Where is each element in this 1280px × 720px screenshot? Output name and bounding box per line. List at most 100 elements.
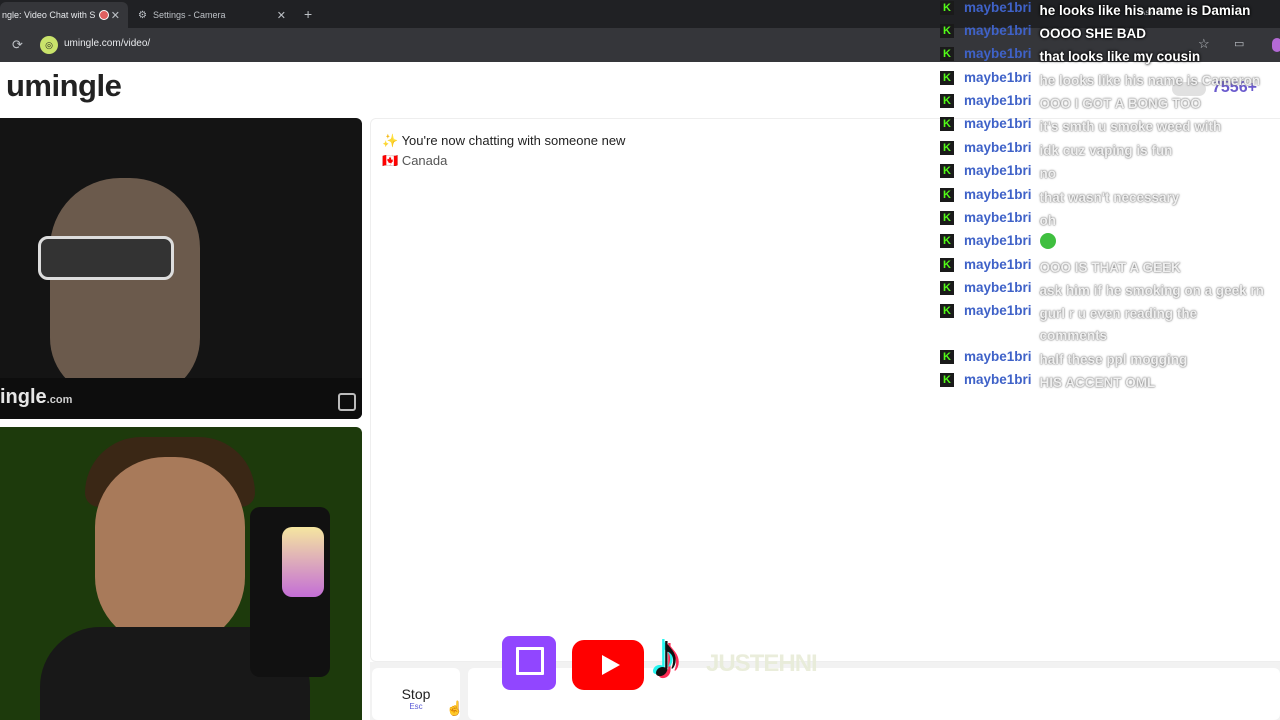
chat-text: OOO IS THAT A GEEK [1039,260,1181,275]
canada-flag-icon: 🇨🇦 [382,153,399,168]
tab-umingle[interactable]: ngle: Video Chat with S ✕ [0,2,128,28]
chat-intro-text: You're now chatting with someone new [401,133,626,148]
chat-text: HIS ACCENT OML [1039,375,1156,390]
chat-message: Kmaybe1bri he looks like his name is Dami… [940,0,1250,22]
sparkle-icon: ✨ [382,133,399,148]
kick-icon: K [940,24,954,38]
chat-text: oh [1039,213,1057,228]
site-logo[interactable]: umingle [6,68,122,104]
gear-icon: ⚙ [138,9,147,21]
pointer-cursor-icon: ☝ [446,700,464,716]
recording-icon [99,10,110,20]
reload-icon[interactable]: ⟳ [12,37,23,53]
chat-username: maybe1bri [964,210,1032,225]
tab-settings-camera[interactable]: ⚙ Settings - Camera ✕ [130,2,294,28]
kick-icon: K [940,1,954,15]
chat-message: Kmaybe1bri gurl r u even reading the comm… [940,303,1220,347]
new-tab-button[interactable]: + [304,6,312,22]
tab-title: ngle: Video Chat with S [2,10,96,20]
chat-message: Kmaybe1bri OOO IS THAT A GEEK [940,257,1181,279]
chat-message: Kmaybe1bri oh [940,210,1056,232]
stranger-face [50,178,200,398]
self-video [0,427,362,720]
chat-message: Kmaybe1bri ask him if he smoking on a gee… [940,280,1264,302]
tiktok-icon: ♪ [650,619,682,691]
chat-message: Kmaybe1bri idk cuz vaping is fun [940,140,1172,162]
url-field[interactable]: umingle.com/video/ [64,38,150,49]
chat-username: maybe1bri [964,187,1032,202]
kick-icon: K [940,234,954,248]
twitch-icon [502,636,556,690]
chat-country: 🇨🇦 Canada [382,153,447,169]
chat-text: no [1039,166,1057,181]
chat-text: he looks like his name is Cameron [1039,73,1261,88]
kick-icon: K [940,281,954,295]
chat-username: maybe1bri [964,303,1032,318]
profile-avatar[interactable] [1272,38,1280,52]
kick-icon: K [940,47,954,61]
chat-text: idk cuz vaping is fun [1039,143,1173,158]
kick-icon: K [940,141,954,155]
chat-text: that looks like my cousin [1039,49,1201,64]
tab-title: Settings - Camera [152,10,226,20]
chat-message: Kmaybe1bri he looks like his name is Came… [940,70,1260,92]
kick-icon: K [940,258,954,272]
chat-message: Kmaybe1bri no [940,163,1056,185]
kick-icon: K [940,164,954,178]
watermark-text: ingle [0,386,47,408]
chat-username: maybe1bri [964,0,1032,15]
close-icon[interactable]: ✕ [111,9,120,22]
chat-intro-message: ✨ You're now chatting with someone new [382,133,625,149]
kick-icon: K [940,211,954,225]
chat-message: Kmaybe1bri [940,233,1056,249]
video-watermark: ingle.com [0,386,72,409]
chat-text: he looks like his name is Damian [1039,3,1251,18]
kick-icon: K [940,71,954,85]
emote-icon [1039,233,1056,249]
chat-text: it's smth u smoke weed with [1039,119,1222,134]
chat-username: maybe1bri [964,46,1032,61]
watermark-suffix: .com [46,394,73,406]
kick-icon: K [940,188,954,202]
chat-username: maybe1bri [964,140,1032,155]
chat-text: half these ppl mogging [1039,352,1188,367]
youtube-icon [572,640,644,690]
social-handle: JUSTEHNI [706,650,818,677]
stranger-video: ingle.com [0,118,362,419]
chat-message: Kmaybe1bri HIS ACCENT OML [940,372,1155,394]
chat-text: gurl r u even reading the comments [1039,306,1198,343]
report-flag-icon[interactable] [338,393,356,411]
chat-message: Kmaybe1bri OOO I GOT A BONG TOO [940,93,1201,115]
extensions-icon[interactable]: ▭ [1234,37,1244,50]
chat-username: maybe1bri [964,116,1032,131]
close-icon[interactable]: ✕ [277,9,286,22]
self-face [95,457,245,647]
chat-message: Kmaybe1bri OOOO SHE BAD [940,23,1146,45]
chat-username: maybe1bri [964,280,1032,295]
chat-username: maybe1bri [964,372,1032,387]
chat-username: maybe1bri [964,163,1032,178]
site-info-icon[interactable]: ◎ [40,36,58,54]
chat-username: maybe1bri [964,93,1032,108]
chat-message: Kmaybe1bri that looks like my cousin [940,46,1200,68]
country-name: Canada [401,153,448,168]
chat-username: maybe1bri [964,70,1032,85]
chat-username: maybe1bri [964,23,1032,38]
kick-icon: K [940,350,954,364]
chat-text: OOOO SHE BAD [1039,26,1147,41]
chat-username: maybe1bri [964,349,1032,364]
kick-icon: K [940,304,954,318]
chat-username: maybe1bri [964,257,1032,272]
chat-text: that wasn't necessary [1039,190,1180,205]
microphone-light [282,527,324,597]
chat-message: Kmaybe1bri that wasn't necessary [940,187,1179,209]
chat-text: OOO I GOT A BONG TOO [1039,96,1202,111]
chat-username: maybe1bri [964,233,1032,248]
kick-icon: K [940,94,954,108]
chat-message: Kmaybe1bri half these ppl mogging [940,349,1187,371]
chat-message: Kmaybe1bri it's smth u smoke weed with [940,116,1221,138]
chat-text: ask him if he smoking on a geek rn [1039,283,1264,298]
sunglasses [38,236,174,280]
kick-icon: K [940,117,954,131]
kick-icon: K [940,373,954,387]
